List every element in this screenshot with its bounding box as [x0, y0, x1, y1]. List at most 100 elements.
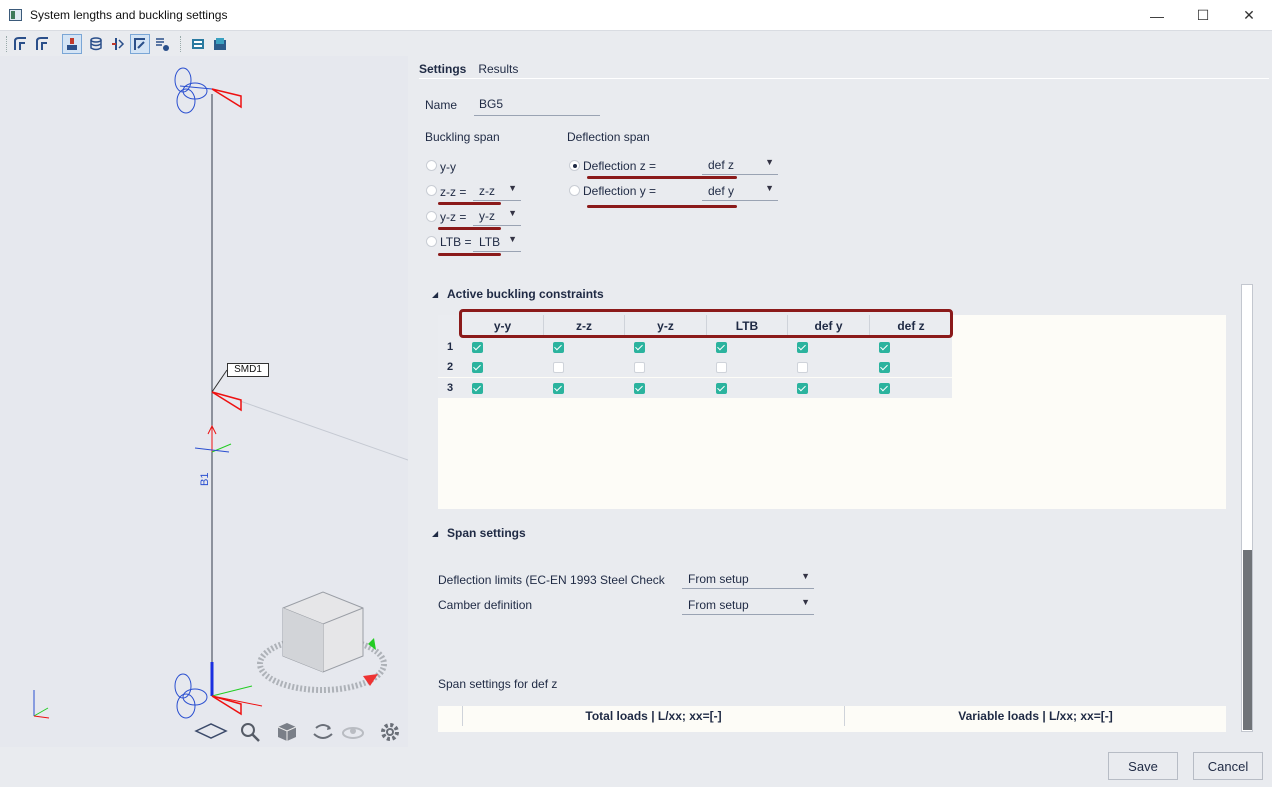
chevron-down-icon: ▼	[801, 571, 810, 581]
constraint-checkbox[interactable]	[797, 342, 808, 353]
radio-deflection-z-label: Deflection z =	[583, 159, 657, 173]
highlight-underline	[587, 205, 737, 208]
z-z-select[interactable]: z-z ▼	[473, 183, 521, 201]
deflection-span-title: Deflection span	[567, 130, 650, 144]
name-underline	[474, 115, 600, 116]
constraint-checkbox[interactable]	[797, 362, 808, 373]
constraint-checkbox[interactable]	[879, 383, 890, 394]
model-drawing: B1	[33, 67, 408, 719]
highlight-underline	[438, 253, 501, 256]
buckling-icon[interactable]	[130, 34, 150, 54]
camber-value: From setup	[688, 598, 749, 612]
constraint-checkbox[interactable]	[553, 383, 564, 394]
model-viewport[interactable]: B1 SMD1	[0, 56, 408, 747]
chevron-down-icon: ▼	[765, 183, 774, 193]
deflection-limits-value: From setup	[688, 572, 749, 586]
constraint-checkbox[interactable]	[797, 383, 808, 394]
node-label: SMD1	[227, 363, 269, 377]
name-field[interactable]: BG5	[479, 97, 503, 111]
deflection-y-select[interactable]: def y ▼	[702, 183, 778, 201]
radio-y-z[interactable]	[426, 211, 437, 222]
constraint-checkbox[interactable]	[472, 342, 483, 353]
minimize-button[interactable]: —	[1134, 0, 1180, 31]
row-number: 1	[438, 337, 462, 357]
radio-y-y[interactable]	[426, 160, 437, 171]
collapse-triangle-icon[interactable]: ◢	[432, 529, 438, 538]
deflection-limits-label: Deflection limits (EC-EN 1993 Steel Chec…	[438, 573, 665, 587]
y-z-select[interactable]: y-z ▼	[473, 208, 521, 226]
toolbar-separator	[180, 36, 181, 52]
database-icon[interactable]	[86, 34, 106, 54]
deflection-z-select-value: def z	[708, 158, 735, 172]
radio-y-z-label: y-z =	[440, 210, 467, 224]
cube-view-icon[interactable]	[275, 720, 299, 744]
constraint-checkbox[interactable]	[634, 362, 645, 373]
tab-divider	[419, 78, 1269, 79]
span-settings-table: Total loads | L/xx; xx=[-] Variable load…	[438, 706, 1226, 732]
footer: Save Cancel	[0, 747, 1272, 787]
home-view-icon[interactable]	[194, 721, 228, 741]
constraint-checkbox[interactable]	[634, 342, 645, 353]
ltb-select-value: LTB	[479, 235, 501, 249]
chevron-down-icon: ▼	[765, 157, 774, 167]
deflection-limits-select[interactable]: From setup ▼	[682, 571, 814, 589]
settings-panel: Settings Results Name BG5 Buckling span …	[410, 56, 1272, 747]
frame-icon[interactable]	[10, 34, 30, 54]
rotate-icon[interactable]	[310, 720, 336, 744]
deflection-z-select[interactable]: def z ▼	[702, 157, 778, 175]
highlight-underline	[438, 227, 501, 230]
radio-deflection-z[interactable]	[569, 160, 580, 171]
deflection-y-select-value: def y	[708, 184, 735, 198]
settings-gear-icon[interactable]	[378, 720, 402, 744]
toolbar	[0, 31, 1272, 56]
save-button[interactable]: Save	[1108, 752, 1178, 780]
scrollbar-thumb[interactable]	[1243, 550, 1252, 730]
ltb-select[interactable]: LTB ▼	[473, 234, 521, 252]
constraint-checkbox[interactable]	[879, 362, 890, 373]
row-number: 3	[438, 378, 462, 398]
chevron-down-icon: ▼	[508, 183, 517, 193]
zoom-icon[interactable]	[238, 720, 262, 744]
constraint-checkbox[interactable]	[879, 342, 890, 353]
constraint-checkbox[interactable]	[716, 362, 727, 373]
constraint-checkbox[interactable]	[553, 342, 564, 353]
view-options-icon[interactable]	[152, 34, 172, 54]
frame-alt-icon[interactable]	[32, 34, 52, 54]
name-label: Name	[425, 98, 458, 112]
highlight-underline	[587, 176, 737, 179]
panel-scrollbar[interactable]	[1241, 284, 1253, 732]
constraint-checkbox[interactable]	[553, 362, 564, 373]
table-export-icon[interactable]	[188, 34, 208, 54]
radio-y-y-label: y-y	[440, 160, 456, 174]
support-icon[interactable]	[108, 34, 128, 54]
radio-deflection-y[interactable]	[569, 185, 580, 196]
radio-ltb-label: LTB =	[440, 235, 472, 249]
close-button[interactable]: ✕	[1226, 0, 1272, 31]
chevron-down-icon: ▼	[801, 597, 810, 607]
table-import-icon[interactable]	[210, 34, 230, 54]
radio-z-z[interactable]	[426, 185, 437, 196]
constraint-checkbox[interactable]	[716, 342, 727, 353]
constraint-checkbox[interactable]	[472, 383, 483, 394]
toolbar-grip	[6, 36, 7, 52]
span-settings-for-label: Span settings for def z	[438, 677, 558, 691]
span-settings-title[interactable]: Span settings	[447, 526, 526, 540]
constraints-section-title[interactable]: Active buckling constraints	[447, 287, 604, 301]
y-z-select-value: y-z	[479, 209, 495, 223]
cancel-button[interactable]: Cancel	[1193, 752, 1263, 780]
radio-z-z-label: z-z =	[440, 185, 467, 199]
collapse-triangle-icon[interactable]: ◢	[432, 290, 438, 299]
title-bar: System lengths and buckling settings — ☐…	[0, 0, 1272, 31]
highlight-underline	[438, 202, 501, 205]
chevron-down-icon: ▼	[508, 208, 517, 218]
constraints-grid: y-y z-z y-z LTB def y def z 1 2 3	[438, 315, 1226, 509]
constraint-checkbox[interactable]	[472, 362, 483, 373]
radio-ltb[interactable]	[426, 236, 437, 247]
constraint-checkbox[interactable]	[716, 383, 727, 394]
z-z-select-value: z-z	[479, 184, 495, 198]
maximize-button[interactable]: ☐	[1180, 0, 1226, 31]
camber-select[interactable]: From setup ▼	[682, 597, 814, 615]
orbit-icon[interactable]	[340, 720, 366, 744]
constraint-checkbox[interactable]	[634, 383, 645, 394]
member-select-icon[interactable]	[62, 34, 82, 54]
